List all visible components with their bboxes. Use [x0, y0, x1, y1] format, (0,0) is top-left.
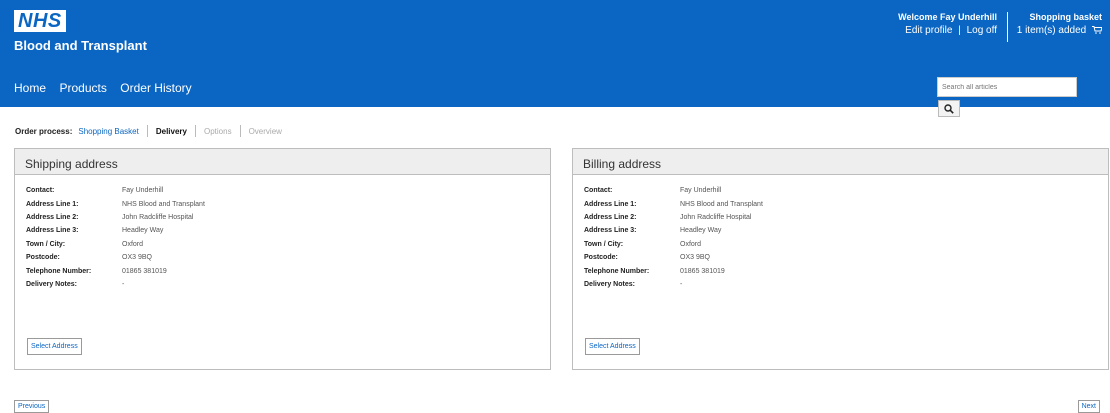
field-value: Oxford: [122, 240, 144, 248]
panel-header: Billing address: [573, 149, 1108, 175]
field-value: -: [680, 280, 683, 288]
basket-title[interactable]: Shopping basket: [1017, 12, 1102, 22]
log-off-link[interactable]: Log off: [967, 25, 997, 36]
field-value: -: [122, 280, 125, 288]
logo[interactable]: NHS Blood and Transplant: [14, 10, 147, 53]
field-label: Address Line 1:: [584, 200, 637, 208]
field-value: OX3 9BQ: [680, 254, 710, 262]
select-shipping-address-button[interactable]: Select Address: [27, 338, 82, 355]
search-input[interactable]: [937, 77, 1077, 97]
nav-products[interactable]: Products: [59, 81, 106, 95]
field-value: John Radcliffe Hospital: [680, 213, 752, 221]
step-divider: [146, 125, 148, 137]
field-row: Contact: Fay Underhill: [584, 184, 1108, 197]
field-value: Fay Underhill: [680, 187, 722, 195]
shopping-basket[interactable]: Shopping basket 1 item(s) added: [1017, 12, 1102, 36]
field-label: Delivery Notes:: [584, 280, 635, 288]
field-label: Address Line 3:: [584, 227, 637, 235]
edit-profile-link[interactable]: Edit profile: [905, 25, 952, 36]
field-value: John Radcliffe Hospital: [122, 213, 194, 221]
link-separator: |: [958, 25, 961, 36]
nhs-logo: NHS: [14, 10, 66, 32]
search-button[interactable]: [938, 100, 960, 117]
main-nav: Home Products Order History: [14, 79, 201, 97]
shopping-cart-icon[interactable]: [1092, 26, 1102, 35]
field-label: Address Line 1:: [26, 200, 79, 208]
field-label: Address Line 3:: [26, 227, 79, 235]
shipping-address-panel: Shipping address Contact: Fay Underhill A…: [14, 148, 551, 370]
field-label: Telephone Number:: [26, 267, 92, 275]
field-label: Postcode:: [584, 254, 618, 262]
nav-order-history[interactable]: Order History: [120, 81, 191, 95]
nav-home[interactable]: Home: [14, 81, 46, 95]
field-label: Address Line 2:: [584, 213, 637, 221]
step-options: Options: [204, 126, 232, 136]
search-icon: [944, 103, 954, 114]
step-delivery: Delivery: [155, 126, 187, 136]
header-divider: [1007, 12, 1008, 42]
field-value: NHS Blood and Transplant: [122, 200, 205, 208]
field-row: Delivery Notes: -: [584, 278, 1108, 291]
step-divider: [239, 125, 241, 137]
field-label: Contact:: [26, 187, 55, 195]
field-row: Town / City: Oxford: [26, 238, 550, 251]
field-label: Town / City:: [584, 240, 624, 248]
field-label: Town / City:: [26, 240, 66, 248]
step-overview: Overview: [248, 126, 282, 136]
step-shopping-basket[interactable]: Shopping Basket: [78, 127, 139, 136]
panel-header: Shipping address: [15, 149, 550, 175]
field-row: Contact: Fay Underhill: [26, 184, 550, 197]
field-row: Postcode: OX3 9BQ: [26, 251, 550, 264]
field-label: Postcode:: [26, 254, 60, 262]
field-value: Oxford: [680, 240, 702, 248]
field-row: Telephone Number: 01865 381019: [584, 264, 1108, 277]
panel-title: Billing address: [583, 157, 662, 171]
field-value: 01865 381019: [680, 267, 725, 275]
field-value: NHS Blood and Transplant: [680, 200, 763, 208]
field-row: Address Line 2: John Radcliffe Hospital: [584, 211, 1108, 224]
field-value: Headley Way: [122, 227, 164, 235]
previous-button[interactable]: Previous: [14, 400, 50, 413]
welcome-text: Welcome Fay Underhill: [898, 12, 997, 22]
step-divider: [195, 125, 196, 137]
basket-count[interactable]: 1 item(s) added: [1017, 25, 1086, 36]
field-row: Telephone Number: 01865 381019: [26, 264, 550, 277]
field-value: Headley Way: [680, 227, 722, 235]
field-value: 01865 381019: [122, 267, 167, 275]
org-name: Blood and Transplant: [14, 38, 147, 53]
field-row: Address Line 3: Headley Way: [26, 224, 550, 237]
field-row: Postcode: OX3 9BQ: [584, 251, 1108, 264]
field-label: Telephone Number:: [584, 267, 650, 275]
field-value: OX3 9BQ: [122, 254, 152, 262]
field-row: Address Line 3: Headley Way: [584, 224, 1108, 237]
field-row: Town / City: Oxford: [584, 238, 1108, 251]
field-row: Address Line 1: NHS Blood and Transplant: [584, 197, 1108, 210]
field-value: Fay Underhill: [122, 187, 164, 195]
order-process-label: Order process:: [15, 126, 73, 136]
field-row: Delivery Notes: -: [26, 278, 550, 291]
field-label: Contact:: [584, 187, 613, 195]
next-button[interactable]: Next: [1077, 400, 1100, 413]
select-billing-address-button[interactable]: Select Address: [585, 338, 640, 355]
order-process: Order process: Shopping Basket Delivery …: [15, 125, 282, 137]
panel-title: Shipping address: [25, 157, 118, 171]
user-panel: Welcome Fay Underhill Edit profile | Log…: [898, 12, 997, 36]
field-row: Address Line 2: John Radcliffe Hospital: [26, 211, 550, 224]
field-label: Address Line 2:: [26, 213, 79, 221]
billing-address-panel: Billing address Contact: Fay Underhill Ad…: [572, 148, 1109, 370]
field-row: Address Line 1: NHS Blood and Transplant: [26, 197, 550, 210]
field-label: Delivery Notes:: [26, 280, 77, 288]
